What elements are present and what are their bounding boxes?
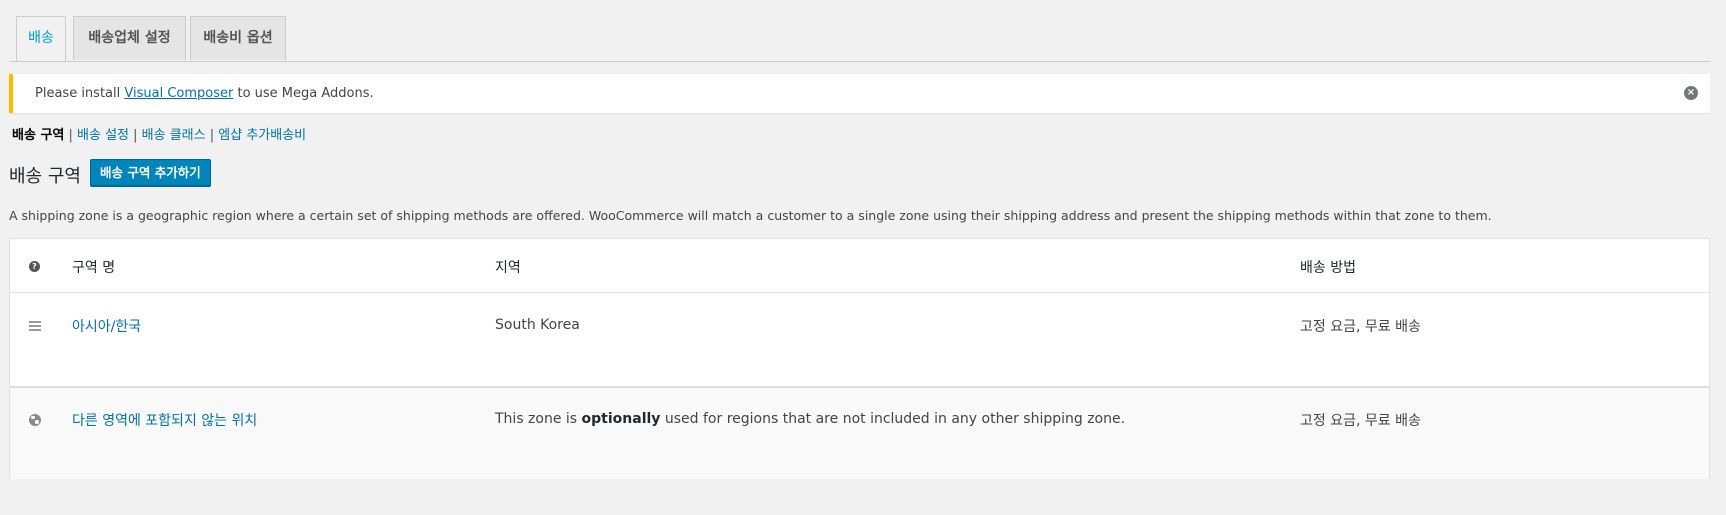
subnav-separator: |: [64, 128, 78, 143]
admin-notice: Please install Visual Composer to use Me…: [9, 74, 1710, 113]
dismiss-icon[interactable]: ×: [1684, 86, 1698, 100]
tab-shipping-fee-options[interactable]: 배송비 옵션: [190, 16, 286, 60]
rest-region-text-end: used for regions that are not included i…: [660, 411, 1126, 427]
rest-zone-region: This zone is optionally used for regions…: [495, 411, 1125, 427]
shipping-zones-table: ? 구역 명 지역 배송 방법 아시아/한국 South Korea 고정 요금…: [9, 238, 1710, 479]
subnav-separator: |: [129, 128, 142, 143]
zone-name-link[interactable]: 아시아/한국: [72, 316, 141, 336]
table-row: 아시아/한국 South Korea 고정 요금, 무료 배송: [10, 292, 1709, 386]
globe-icon: [29, 414, 41, 426]
page-title: 배송 구역: [9, 166, 81, 187]
nav-tabs: 배송 배송업체 설정 배송비 옵션: [10, 16, 1710, 62]
tab-carrier-settings[interactable]: 배송업체 설정: [73, 16, 186, 60]
notice-prefix: Please install: [35, 86, 125, 101]
zone-methods: 고정 요금, 무료 배송: [1300, 319, 1421, 335]
visual-composer-link[interactable]: Visual Composer: [124, 86, 233, 101]
tab-shipping[interactable]: 배송: [16, 16, 66, 61]
rest-zone-methods: 고정 요금, 무료 배송: [1300, 413, 1421, 429]
table-header: ? 구역 명 지역 배송 방법: [10, 239, 1709, 293]
notice-suffix: to use Mega Addons.: [233, 86, 374, 101]
drag-handle-icon[interactable]: [29, 321, 41, 333]
help-icon[interactable]: ?: [29, 261, 40, 272]
subnav-separator: |: [205, 128, 219, 143]
header-shipping-methods: 배송 방법: [1300, 260, 1356, 276]
zone-region: South Korea: [495, 317, 580, 333]
rest-zone-name-link[interactable]: 다른 영역에 포함되지 않는 위치: [72, 410, 257, 430]
header-zone-name: 구역 명: [72, 260, 116, 276]
header-region: 지역: [495, 260, 521, 276]
rest-region-text: This zone is: [495, 411, 582, 427]
subsubsub-nav: 배송 구역 | 배송 설정 | 배송 클래스 | 엠샵 추가배송비: [12, 124, 306, 143]
subnav-shipping-zones[interactable]: 배송 구역: [12, 128, 64, 143]
rest-region-bold: optionally: [581, 411, 661, 427]
subnav-extra-shipping[interactable]: 엠샵 추가배송비: [218, 128, 306, 143]
subnav-shipping-classes[interactable]: 배송 클래스: [142, 128, 206, 143]
table-row-rest-of-world: 다른 영역에 포함되지 않는 위치 This zone is optionall…: [10, 386, 1709, 479]
zones-description: A shipping zone is a geographic region w…: [9, 208, 1492, 223]
add-shipping-zone-button[interactable]: 배송 구역 추가하기: [90, 159, 211, 186]
subnav-shipping-settings[interactable]: 배송 설정: [77, 128, 129, 143]
notice-text: Please install Visual Composer to use Me…: [35, 86, 374, 101]
